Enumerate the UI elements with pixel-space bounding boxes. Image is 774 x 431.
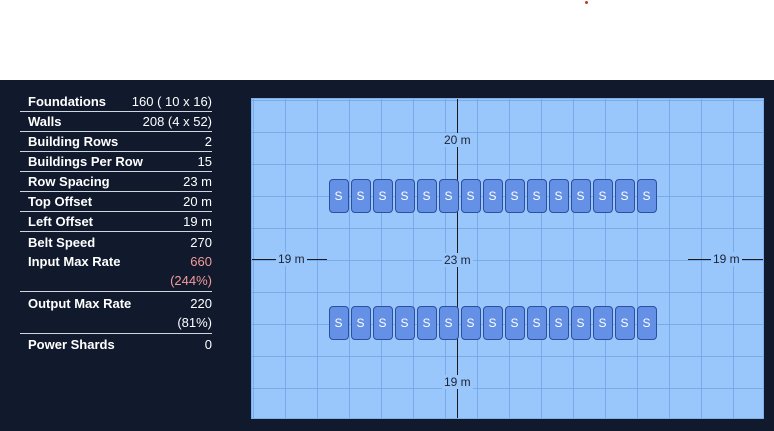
smelter-building: S: [483, 306, 503, 340]
smelter-building: S: [461, 306, 481, 340]
smelter-building: S: [637, 306, 657, 340]
stat-row-row-spacing: Row Spacing 23 m: [20, 172, 212, 192]
left-offset-label: 19 m: [276, 252, 307, 266]
stat-percent: (81%): [177, 315, 212, 330]
stat-value: 220: [190, 296, 212, 311]
smelter-building: S: [505, 179, 525, 213]
stat-value: 160 ( 10 x 16): [131, 94, 212, 109]
stat-row-belt-speed: Belt Speed 270: [20, 232, 212, 252]
stat-label: Buildings Per Row: [28, 154, 143, 169]
smelter-building: S: [549, 179, 569, 213]
smelter-building: S: [615, 179, 635, 213]
stat-row-left-offset: Left Offset 19 m: [20, 212, 212, 232]
stat-value: 15: [197, 154, 212, 169]
layout-diagram: 20 m 23 m 19 m 19 m 19 m SSSSSSSSSSSSSSS…: [251, 98, 764, 419]
stat-value: 20 m: [183, 194, 212, 209]
right-offset-label: 19 m: [711, 252, 742, 266]
smelter-building: S: [351, 179, 371, 213]
stat-value: 270: [190, 234, 212, 250]
top-offset-label: 20 m: [442, 133, 473, 147]
stat-label: Output Max Rate: [28, 296, 132, 311]
building-row-top: SSSSSSSSSSSSSSS: [329, 179, 657, 213]
smelter-building: S: [373, 179, 393, 213]
smelter-building: S: [373, 306, 393, 340]
smelter-building: S: [417, 306, 437, 340]
stat-value: 660: [190, 254, 212, 269]
stat-value: 208 (4 x 52): [142, 114, 212, 129]
smelter-building: S: [395, 306, 415, 340]
smelter-building: S: [439, 306, 459, 340]
smelter-building: S: [329, 179, 349, 213]
smelter-building: S: [351, 306, 371, 340]
smelter-building: S: [637, 179, 657, 213]
stat-row-top-offset: Top Offset 20 m: [20, 192, 212, 212]
layout-panel: Foundations 160 ( 10 x 16) Walls 208 (4 …: [0, 80, 774, 431]
stat-value: 23 m: [183, 174, 212, 189]
smelter-building: S: [615, 306, 635, 340]
smelter-building: S: [461, 179, 481, 213]
smelter-building: S: [527, 179, 547, 213]
stat-label: Belt Speed: [28, 234, 96, 250]
building-row-bottom: SSSSSSSSSSSSSSS: [329, 306, 657, 340]
smelter-building: S: [593, 306, 613, 340]
smelter-building: S: [549, 306, 569, 340]
stat-value: 19 m: [183, 214, 212, 229]
smelter-building: S: [593, 179, 613, 213]
stat-row-input-max-rate: Input Max Rate 660 (244%): [20, 252, 212, 292]
stat-label: Left Offset: [28, 214, 93, 229]
red-dot-marker: [585, 1, 588, 4]
smelter-building: S: [527, 306, 547, 340]
smelter-building: S: [417, 179, 437, 213]
stat-label: Building Rows: [28, 134, 119, 149]
stat-label: Top Offset: [28, 194, 93, 209]
stats-table: Foundations 160 ( 10 x 16) Walls 208 (4 …: [20, 92, 212, 354]
stat-row-building-rows: Building Rows 2: [20, 132, 212, 152]
row-spacing-label: 23 m: [442, 253, 473, 267]
stat-label: Foundations: [28, 94, 106, 109]
bottom-offset-label: 19 m: [442, 375, 473, 389]
stat-row-walls: Walls 208 (4 x 52): [20, 112, 212, 132]
stat-label: Input Max Rate: [28, 254, 121, 269]
stat-row-foundations: Foundations 160 ( 10 x 16): [20, 92, 212, 112]
smelter-building: S: [329, 306, 349, 340]
smelter-building: S: [439, 179, 459, 213]
stat-label: Walls: [28, 114, 62, 129]
stat-label: Power Shards: [28, 336, 115, 352]
stat-percent: (244%): [170, 273, 212, 288]
smelter-building: S: [571, 179, 591, 213]
stat-row-buildings-per-row: Buildings Per Row 15: [20, 152, 212, 172]
stat-value: 2: [204, 134, 212, 149]
stat-row-power-shards: Power Shards 0: [20, 334, 212, 354]
smelter-building: S: [505, 306, 525, 340]
smelter-building: S: [483, 179, 503, 213]
smelter-building: S: [571, 306, 591, 340]
stat-value: 0: [204, 336, 212, 352]
stat-row-output-max-rate: Output Max Rate 220 (81%): [20, 292, 212, 334]
smelter-building: S: [395, 179, 415, 213]
stat-label: Row Spacing: [28, 174, 110, 189]
